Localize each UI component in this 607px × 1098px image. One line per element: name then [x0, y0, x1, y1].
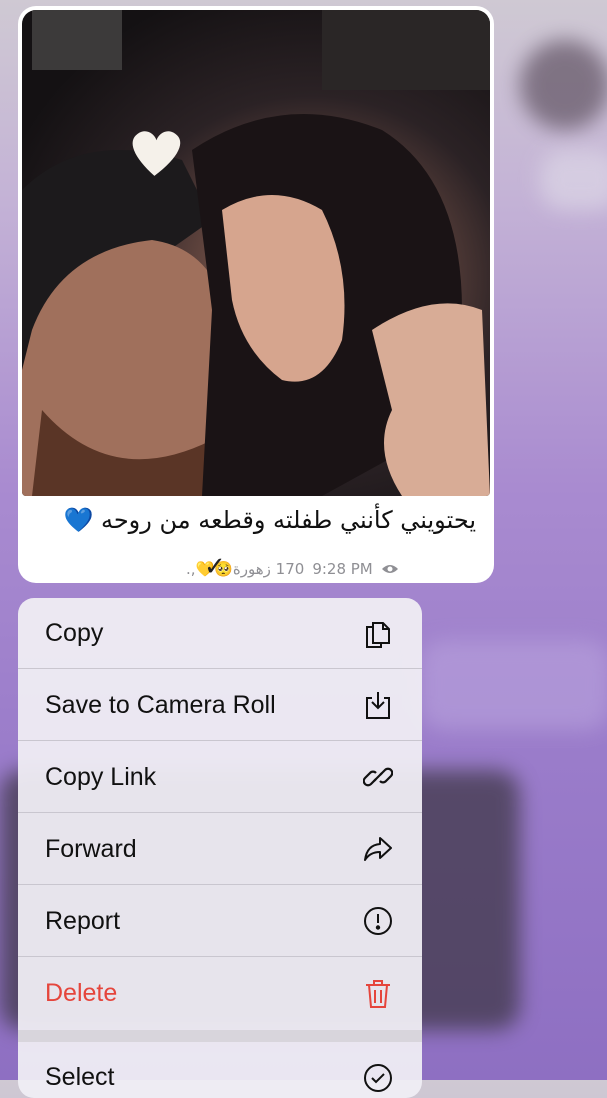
download-icon — [362, 689, 394, 721]
message-time: 9:28 PM — [312, 560, 373, 578]
message-caption: يحتويني كأنني طفلته وقطعه من روحه 💙 — [63, 506, 476, 534]
copy-icon — [362, 617, 394, 649]
menu-item-label: Forward — [45, 834, 137, 863]
menu-item-label: Select — [45, 1063, 115, 1091]
background-bubble-blur — [540, 150, 607, 210]
menu-item-copy-link[interactable]: Copy Link — [18, 742, 422, 813]
menu-item-label: Delete — [45, 979, 118, 1007]
menu-item-delete[interactable]: Delete — [18, 958, 422, 1029]
menu-item-label: Save to Camera Roll — [45, 690, 276, 719]
background-bubble-blur — [420, 640, 607, 730]
menu-item-report[interactable]: Report — [18, 886, 422, 957]
menu-item-save-to-camera-roll[interactable]: Save to Camera Roll — [18, 670, 422, 741]
eye-icon — [381, 565, 398, 573]
menu-item-label: Copy Link — [45, 762, 157, 791]
link-icon — [362, 761, 394, 793]
menu-item-label: Report — [45, 906, 121, 935]
context-menu: Copy Save to Camera Roll Copy Link Forwa… — [18, 598, 422, 1098]
read-check-icon: ✓ — [204, 552, 226, 582]
message-photo[interactable] — [22, 10, 490, 496]
menu-separator — [18, 1030, 422, 1042]
message-bubble[interactable]: يحتويني كأنني طفلته وقطعه من روحه 💙 170 … — [18, 6, 494, 583]
trash-icon — [362, 978, 394, 1010]
forward-icon — [362, 833, 394, 865]
menu-item-copy[interactable]: Copy — [18, 598, 422, 669]
select-check-icon — [362, 1062, 394, 1094]
menu-item-label: Copy — [45, 618, 104, 647]
background-avatar-blur — [520, 40, 607, 130]
report-icon — [362, 905, 394, 937]
menu-item-select[interactable]: Select — [18, 1042, 422, 1098]
menu-item-forward[interactable]: Forward — [18, 814, 422, 885]
